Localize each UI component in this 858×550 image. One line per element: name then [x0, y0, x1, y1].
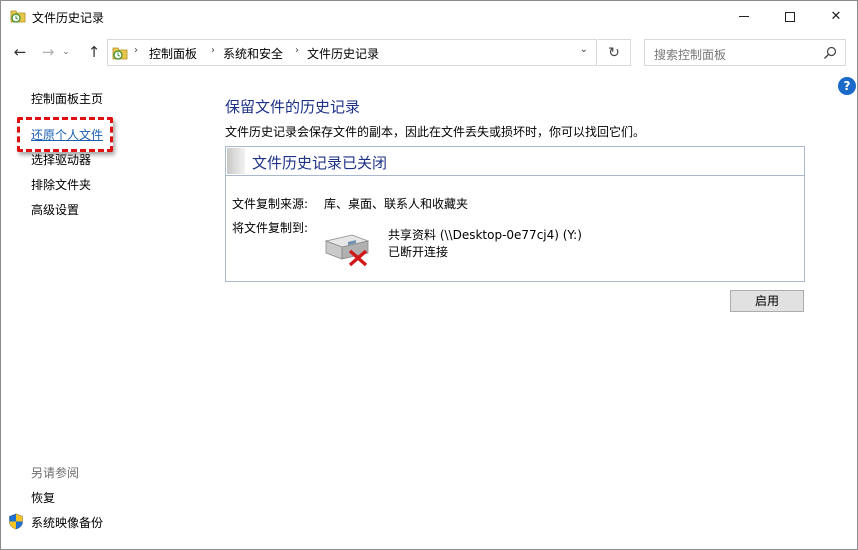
minimize-icon [739, 16, 749, 17]
page-description: 文件历史记录会保存文件的副本，因此在文件丢失或损坏时，你可以找回它们。 [225, 125, 646, 139]
back-button[interactable]: ← [10, 41, 30, 63]
status-panel: 文件历史记录已关闭 文件复制来源: 库、桌面、联系人和收藏夹 将文件复制到: 共… [225, 146, 805, 282]
file-history-window: 文件历史记录 ✕ ← → ⌄ ↑ › 控制面板 › 系统和安全 › 文件历史记录… [0, 0, 858, 550]
close-button[interactable]: ✕ [813, 1, 858, 32]
breadcrumb-control-panel[interactable]: 控制面板 [149, 45, 197, 62]
minimize-button[interactable] [721, 1, 767, 32]
status-bar-icon [227, 148, 245, 174]
source-value: 库、桌面、联系人和收藏夹 [324, 197, 469, 211]
sidebar-item-select-drive[interactable]: 选择驱动器 [31, 151, 91, 168]
disconnected-network-drive-icon [324, 234, 370, 267]
breadcrumb-separator-icon[interactable]: › [211, 45, 215, 56]
breadcrumb-separator-icon[interactable]: › [134, 45, 138, 56]
arrow-up-icon: ↑ [87, 43, 101, 61]
arrow-right-icon: → [41, 43, 55, 61]
sidebar-item-system-image-backup[interactable]: 系统映像备份 [31, 514, 103, 531]
chevron-down-icon[interactable]: ⌄ [580, 44, 588, 55]
sidebar-item-advanced-settings[interactable]: 高级设置 [31, 201, 79, 218]
sidebar-item-exclude-folders[interactable]: 排除文件夹 [31, 176, 91, 193]
breadcrumb-separator-icon[interactable]: › [295, 45, 299, 56]
drive-status: 已断开连接 [388, 245, 449, 259]
page-title: 保留文件的历史记录 [225, 98, 361, 116]
chevron-down-icon: ⌄ [62, 47, 70, 57]
see-also-heading: 另请参阅 [31, 466, 80, 480]
sidebar-item-control-panel-home[interactable]: 控制面板主页 [31, 90, 103, 107]
target-label: 将文件复制到: [232, 221, 309, 235]
uac-shield-icon [9, 513, 23, 530]
highlight-annotation [17, 117, 113, 152]
enable-button[interactable]: 启用 [730, 290, 804, 312]
address-bar[interactable]: › 控制面板 › 系统和安全 › 文件历史记录 ⌄ [107, 39, 597, 66]
breadcrumb-file-history[interactable]: 文件历史记录 [307, 45, 379, 62]
help-icon[interactable]: ? [838, 77, 856, 95]
file-history-icon [10, 10, 26, 23]
breadcrumb-system-security[interactable]: 系统和安全 [223, 45, 283, 62]
window-title: 文件历史记录 [32, 11, 105, 25]
source-label: 文件复制来源: [232, 197, 309, 211]
maximize-icon [785, 11, 795, 22]
status-header: 文件历史记录已关闭 [226, 147, 804, 176]
up-button[interactable]: ↑ [84, 41, 104, 63]
file-history-icon [112, 47, 128, 60]
status-title: 文件历史记录已关闭 [252, 154, 388, 172]
refresh-icon: ↻ [608, 44, 620, 61]
search-placeholder: 搜索控制面板 [654, 48, 727, 62]
title-bar: 文件历史记录 ✕ [1, 1, 857, 32]
close-icon: ✕ [830, 9, 842, 24]
drive-name: 共享资料 (\\Desktop-0e77cj4) (Y:) [388, 228, 582, 242]
refresh-button[interactable]: ↻ [598, 39, 631, 66]
forward-button[interactable]: → [38, 41, 58, 63]
search-input[interactable]: 搜索控制面板 [644, 39, 846, 66]
search-icon[interactable] [823, 46, 837, 60]
sidebar-item-recovery[interactable]: 恢复 [31, 489, 55, 506]
maximize-button[interactable] [767, 1, 813, 32]
recent-locations-button[interactable]: ⌄ [59, 41, 73, 63]
arrow-left-icon: ← [13, 43, 27, 61]
